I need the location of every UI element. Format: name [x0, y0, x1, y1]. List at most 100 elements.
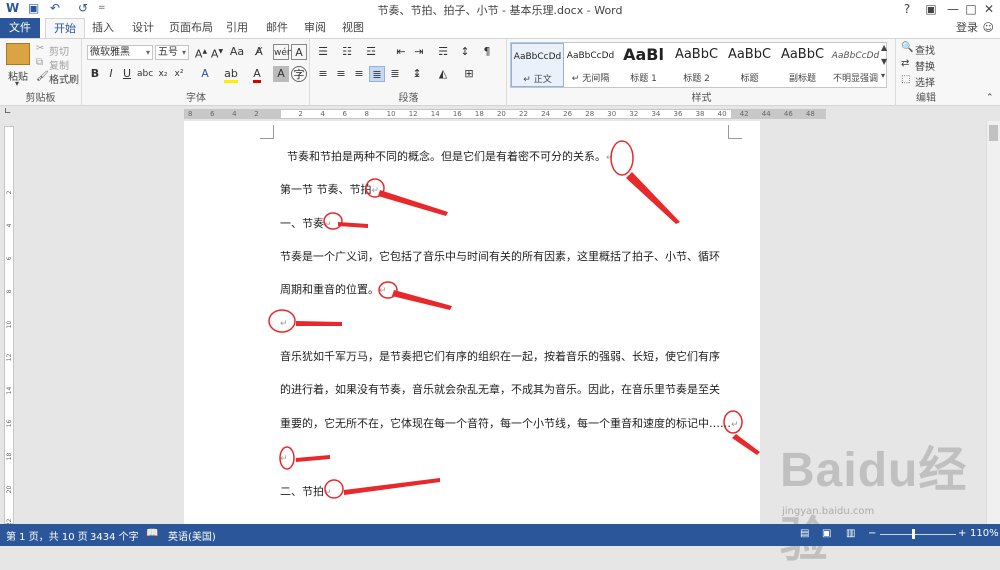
- watermark-brand: Baidu经验: [780, 444, 968, 567]
- styles-scroll-up-icon[interactable]: ▲: [881, 43, 887, 52]
- underline-icon[interactable]: U: [119, 66, 135, 82]
- style-sample: AaBbC: [727, 47, 772, 62]
- tab-view[interactable]: 视图: [338, 18, 368, 38]
- increase-indent-icon[interactable]: ⇥: [411, 44, 427, 60]
- paste-dropdown-icon[interactable]: ▾: [15, 79, 19, 88]
- cut-icon[interactable]: ✂: [36, 43, 44, 54]
- bold-icon[interactable]: B: [87, 66, 103, 82]
- style-title[interactable]: AaBbC 标题: [723, 43, 776, 87]
- ruler-tick: 8: [364, 110, 370, 118]
- show-marks-icon[interactable]: ¶: [479, 44, 495, 60]
- print-layout-icon[interactable]: ▣: [822, 528, 831, 539]
- highlight-color-icon[interactable]: ab: [223, 66, 239, 83]
- scrollbar-thumb[interactable]: [989, 125, 998, 141]
- zoom-slider-thumb[interactable]: [912, 529, 915, 539]
- superscript-icon[interactable]: x²: [171, 66, 187, 82]
- paragraph-label: 段落: [398, 93, 419, 104]
- user-icon[interactable]: ☺: [983, 21, 994, 34]
- multilevel-list-icon[interactable]: ☲: [363, 44, 379, 60]
- find-button[interactable]: 查找: [915, 42, 935, 57]
- zoom-level[interactable]: 110%: [970, 528, 999, 539]
- ribbon-tabs: 文件 开始 插入 设计 页面布局 引用 邮件 审阅 视图 登录 ☺: [0, 18, 1000, 38]
- text-effects-icon[interactable]: A: [197, 66, 213, 82]
- font-size-select[interactable]: 五号 ▾: [155, 45, 189, 60]
- tab-page-layout[interactable]: 页面布局: [166, 18, 216, 38]
- replace-icon[interactable]: ⇄: [901, 58, 909, 69]
- find-icon[interactable]: 🔍: [901, 42, 913, 53]
- word-count[interactable]: 3434 个字: [90, 528, 139, 543]
- paste-icon[interactable]: [6, 43, 30, 65]
- line-text: 重要的，它无所不在，它体现在每一个音符，每一个小节线，每一个重音和速度的标记中……: [280, 417, 731, 430]
- tab-design[interactable]: 设计: [128, 18, 158, 38]
- borders-icon[interactable]: ⊞: [461, 66, 477, 82]
- chinese-layout-icon[interactable]: ☴: [435, 44, 451, 60]
- styles-more-icon[interactable]: ▾: [881, 71, 885, 80]
- sort-icon[interactable]: ↕: [457, 44, 473, 60]
- style-normal[interactable]: AaBbCcDd ↵ 正文: [511, 43, 564, 87]
- tab-mailings[interactable]: 邮件: [262, 18, 292, 38]
- login-link[interactable]: 登录: [956, 18, 978, 38]
- tab-selector-icon[interactable]: ∟: [4, 107, 12, 117]
- style-no-spacing[interactable]: AaBbCcDd ↵ 无间隔: [564, 43, 617, 87]
- close-button[interactable]: ✕: [976, 0, 1000, 18]
- style-heading-2[interactable]: AaBbC 标题 2: [670, 43, 723, 87]
- select-icon[interactable]: ⬚: [901, 74, 910, 85]
- ruler-tick: 4: [320, 110, 325, 118]
- decrease-indent-icon[interactable]: ⇤: [393, 44, 409, 60]
- tab-home[interactable]: 开始: [45, 18, 85, 38]
- style-subtitle[interactable]: AaBbC 副标题: [776, 43, 829, 87]
- document-page[interactable]: 节奏和节拍是两种不同的概念。但是它们是有着密不可分的关系。↵ 第一节 节奏、节拍…: [184, 121, 760, 524]
- tab-references[interactable]: 引用: [222, 18, 252, 38]
- zoom-out-icon[interactable]: −: [868, 528, 876, 539]
- tab-review[interactable]: 审阅: [300, 18, 330, 38]
- document-line: 重要的，它无所不在，它体现在每一个音符，每一个小节线，每一个重音和速度的标记中……: [280, 415, 739, 431]
- tab-file[interactable]: 文件: [0, 18, 40, 38]
- font-name-select[interactable]: 微软雅黑 ▾: [87, 45, 153, 60]
- zoom-slider[interactable]: [880, 534, 956, 535]
- shrink-font-icon[interactable]: A▼: [209, 44, 225, 61]
- format-painter-icon[interactable]: 🖌: [36, 71, 49, 82]
- styles-scroll-down-icon[interactable]: ▼: [881, 57, 887, 66]
- distributed-icon[interactable]: ≣: [387, 66, 403, 82]
- style-subtle-emphasis[interactable]: AaBbCcDd 不明显强调: [829, 43, 882, 87]
- font-color-icon[interactable]: A: [249, 66, 265, 83]
- line-spacing-icon[interactable]: ↨: [409, 66, 425, 82]
- ruler-tick: 2: [298, 110, 303, 118]
- language-status[interactable]: 英语(美国): [168, 528, 216, 543]
- style-heading-1[interactable]: AaBl 标题 1: [617, 43, 670, 87]
- shading-icon[interactable]: ◭: [435, 66, 451, 82]
- proofing-icon[interactable]: 📖: [146, 528, 158, 539]
- tab-insert[interactable]: 插入: [88, 18, 118, 38]
- help-button[interactable]: ?: [894, 0, 920, 18]
- format-painter-button[interactable]: 格式刷: [49, 71, 79, 86]
- web-layout-icon[interactable]: ▥: [846, 528, 855, 539]
- phonetic-guide-icon[interactable]: wén: [273, 44, 293, 60]
- bullets-icon[interactable]: ☰: [315, 44, 331, 60]
- page-count[interactable]: 第 1 页，共 10 页: [6, 528, 88, 543]
- numbering-icon[interactable]: ☷: [339, 44, 355, 60]
- select-button[interactable]: 选择: [915, 74, 935, 89]
- zoom-in-icon[interactable]: +: [958, 528, 966, 539]
- vertical-ruler[interactable]: 2 4 6 8 10 12 14 16 18 20 22: [4, 126, 14, 526]
- cut-button[interactable]: 剪切: [49, 43, 69, 58]
- copy-button[interactable]: 复制: [49, 57, 69, 72]
- copy-icon[interactable]: ⧉: [36, 57, 43, 68]
- strikethrough-icon[interactable]: abc: [137, 66, 153, 82]
- enclose-char-icon[interactable]: 字: [291, 66, 307, 82]
- clear-formatting-icon[interactable]: A̸: [251, 44, 267, 60]
- replace-button[interactable]: 替换: [915, 58, 935, 73]
- align-center-icon[interactable]: ≡: [333, 66, 349, 82]
- horizontal-ruler[interactable]: 8 6 4 2 2 4 6 8 10 12 14 16 18 20 22 24 26 28 30 32 34 36 38 40…: [184, 109, 826, 119]
- enclose-character-icon[interactable]: A: [291, 44, 307, 60]
- ruler-tick: 30: [607, 110, 617, 118]
- grow-font-icon[interactable]: A▲: [193, 44, 209, 61]
- change-case-icon[interactable]: Aa: [229, 44, 245, 60]
- justify-icon[interactable]: ≣: [369, 66, 385, 82]
- character-shading-icon[interactable]: A: [273, 66, 289, 82]
- align-left-icon[interactable]: ≡: [315, 66, 331, 82]
- subscript-icon[interactable]: x₂: [155, 66, 171, 82]
- italic-icon[interactable]: I: [103, 66, 119, 82]
- collapse-ribbon-icon[interactable]: ⌃: [986, 93, 994, 103]
- align-right-icon[interactable]: ≡: [351, 66, 367, 82]
- read-mode-icon[interactable]: ▤: [800, 528, 809, 539]
